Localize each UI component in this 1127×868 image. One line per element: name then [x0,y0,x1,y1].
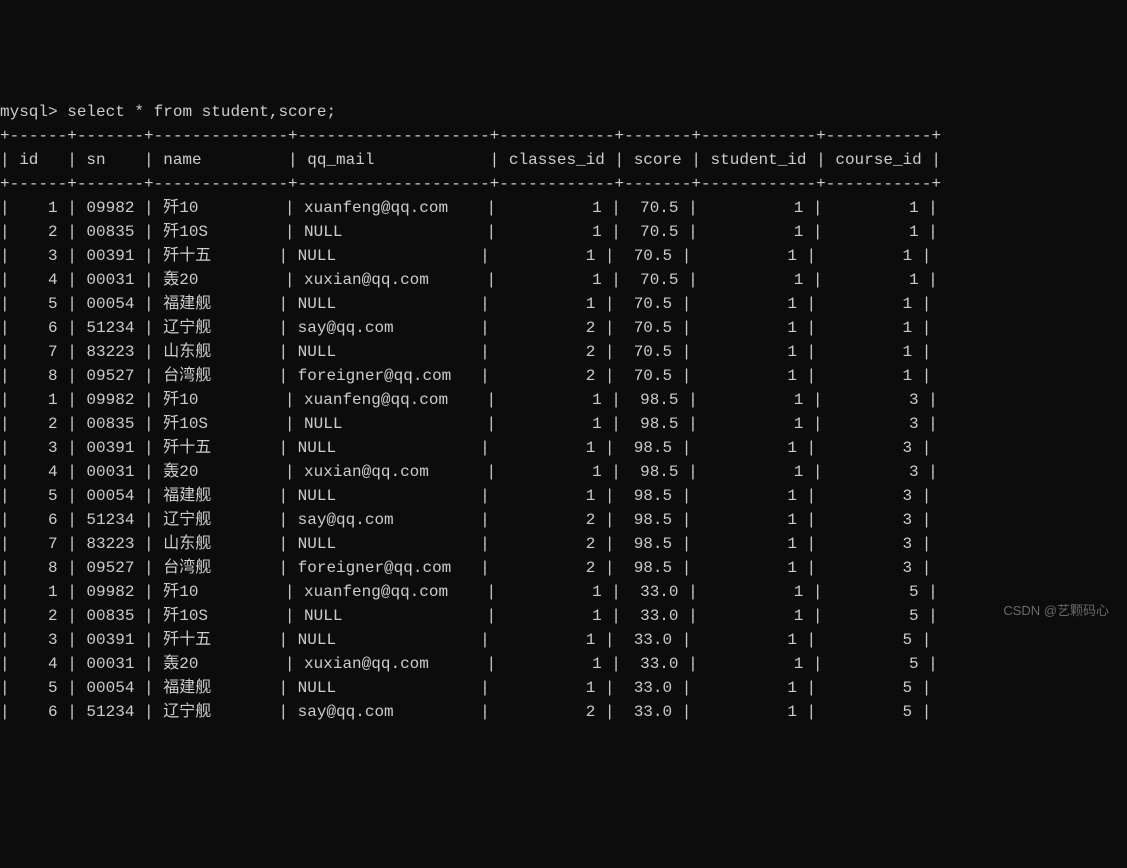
watermark-text: CSDN @艺颗码心 [1003,601,1109,621]
table-row: | 1 | 09982 | 歼10 | xuanfeng@qq.com | 1 … [0,388,1127,412]
table-row: | 7 | 83223 | 山东舰 | NULL | 2 | 98.5 | 1 … [0,532,1127,556]
table-border-top: +------+-------+--------------+---------… [0,124,1127,148]
table-row: | 2 | 00835 | 歼10S | NULL | 1 | 33.0 | 1… [0,604,1127,628]
table-row: | 5 | 00054 | 福建舰 | NULL | 1 | 98.5 | 1 … [0,484,1127,508]
sql-query: select * from student,score; [67,103,336,121]
table-row: | 3 | 00391 | 歼十五 | NULL | 1 | 98.5 | 1 … [0,436,1127,460]
table-row: | 4 | 00031 | 轰20 | xuxian@qq.com | 1 | … [0,268,1127,292]
table-row: | 5 | 00054 | 福建舰 | NULL | 1 | 33.0 | 1 … [0,676,1127,700]
table-row: | 6 | 51234 | 辽宁舰 | say@qq.com | 2 | 98.… [0,508,1127,532]
table-border-mid: +------+-------+--------------+---------… [0,172,1127,196]
table-row: | 2 | 00835 | 歼10S | NULL | 1 | 70.5 | 1… [0,220,1127,244]
terminal-output: mysql> select * from student,score;+----… [0,100,1127,724]
sql-prompt-line: mysql> select * from student,score; [0,100,1127,124]
table-row: | 3 | 00391 | 歼十五 | NULL | 1 | 70.5 | 1 … [0,244,1127,268]
table-row: | 1 | 09982 | 歼10 | xuanfeng@qq.com | 1 … [0,580,1127,604]
table-row: | 4 | 00031 | 轰20 | xuxian@qq.com | 1 | … [0,460,1127,484]
table-row: | 5 | 00054 | 福建舰 | NULL | 1 | 70.5 | 1 … [0,292,1127,316]
table-row: | 2 | 00835 | 歼10S | NULL | 1 | 98.5 | 1… [0,412,1127,436]
table-row: | 4 | 00031 | 轰20 | xuxian@qq.com | 1 | … [0,652,1127,676]
table-row: | 6 | 51234 | 辽宁舰 | say@qq.com | 2 | 70.… [0,316,1127,340]
table-row: | 7 | 83223 | 山东舰 | NULL | 2 | 70.5 | 1 … [0,340,1127,364]
table-row: | 8 | 09527 | 台湾舰 | foreigner@qq.com | 2… [0,556,1127,580]
table-row: | 8 | 09527 | 台湾舰 | foreigner@qq.com | 2… [0,364,1127,388]
table-row: | 1 | 09982 | 歼10 | xuanfeng@qq.com | 1 … [0,196,1127,220]
table-row: | 3 | 00391 | 歼十五 | NULL | 1 | 33.0 | 1 … [0,628,1127,652]
table-header-row: | id | sn | name | qq_mail | classes_id … [0,148,1127,172]
table-row: | 6 | 51234 | 辽宁舰 | say@qq.com | 2 | 33.… [0,700,1127,724]
mysql-prompt: mysql> [0,103,67,121]
